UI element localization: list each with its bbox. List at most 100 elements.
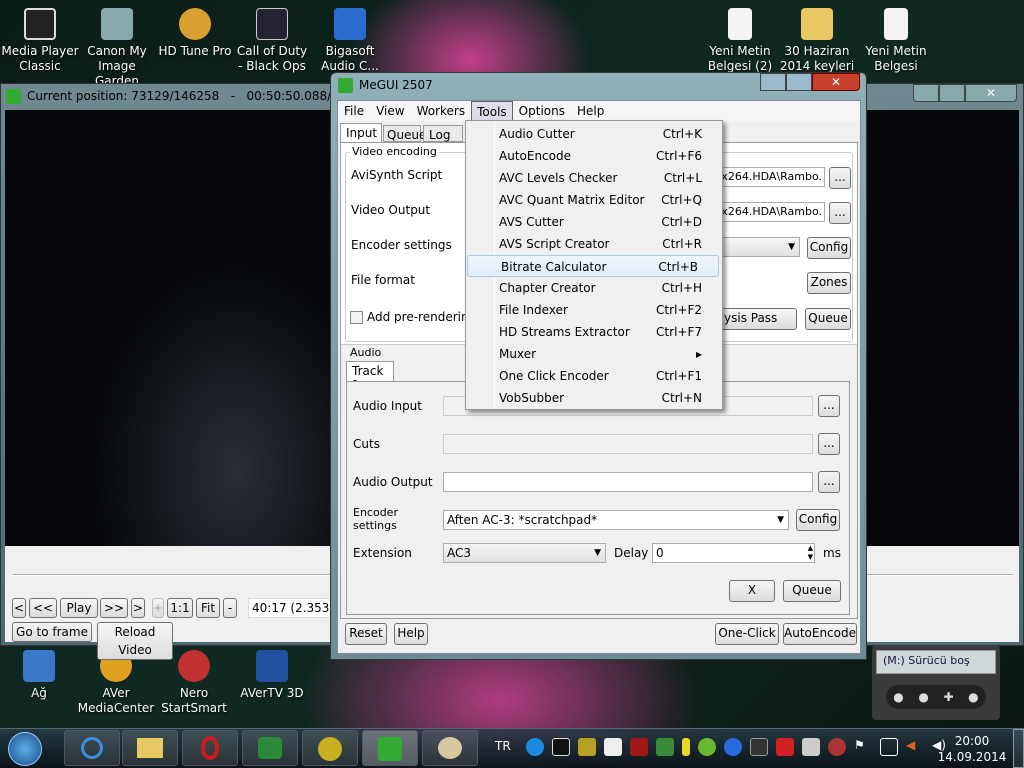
menu-item-audio-cutter[interactable]: Audio Cutter Ctrl+K <box>466 123 722 145</box>
menu-item-vobsubber[interactable]: VobSubber Ctrl+N <box>466 387 722 409</box>
audio-input-browse-button[interactable]: ... <box>818 395 840 417</box>
pause-icon[interactable]: ● <box>968 690 978 704</box>
language-indicator[interactable]: TR <box>495 739 511 753</box>
go-to-frame-button[interactable]: Go to frame <box>12 622 92 642</box>
audio-remove-button[interactable]: X <box>729 580 775 602</box>
idm-tray-icon[interactable] <box>656 738 674 756</box>
lav-audio-icon[interactable] <box>630 738 648 756</box>
fast-forward-button[interactable]: >> <box>100 598 128 618</box>
desktop-icon-hdtune[interactable]: HD Tune Pro <box>156 8 234 59</box>
tab-log[interactable]: Log <box>423 125 463 142</box>
tray-info-icon[interactable] <box>526 738 544 756</box>
tab-input[interactable]: Input <box>340 123 382 142</box>
kaspersky-icon[interactable] <box>776 738 794 756</box>
audio-queue-button[interactable]: Queue <box>783 580 841 602</box>
taskbar-opera[interactable] <box>182 730 238 766</box>
prerender-checkbox[interactable] <box>350 311 363 324</box>
audio-encoder-dropdown[interactable]: Aften AC-3: *scratchpad* ▼ <box>443 510 789 530</box>
start-button[interactable] <box>8 732 42 766</box>
desktop-icon-folder[interactable]: 30 Haziran 2014 keyleri <box>778 8 856 74</box>
zoom-out-button[interactable]: - <box>223 598 237 618</box>
menu-item-avc-quant-matrix-editor[interactable]: AVC Quant Matrix Editor Ctrl+Q <box>466 189 722 211</box>
desktop-icon-cod[interactable]: Call of Duty - Black Ops <box>233 8 311 74</box>
flag-icon[interactable]: ⚑ <box>854 738 872 756</box>
desktop-icon-textfile[interactable]: Yeni Metin Belgesi <box>857 8 935 74</box>
speaker-muted-icon[interactable]: ◀ <box>906 738 924 756</box>
maximize-button[interactable] <box>939 84 965 102</box>
avisynth-browse-button[interactable]: ... <box>829 167 851 189</box>
taskbar-explorer[interactable] <box>122 730 178 766</box>
tray-sound-app-icon[interactable] <box>552 738 570 756</box>
lightning-icon[interactable] <box>724 738 742 756</box>
video-config-button[interactable]: Config <box>807 237 851 259</box>
menu-item-avs-script-creator[interactable]: AVS Script Creator Ctrl+R <box>466 233 722 255</box>
prev-frame-button[interactable]: < <box>12 598 26 618</box>
taskbar-idm[interactable] <box>242 730 298 766</box>
zoom-1to1-button[interactable]: 1:1 <box>167 598 193 618</box>
taskbar-paint[interactable] <box>422 730 478 766</box>
minimize-button[interactable] <box>913 84 939 102</box>
tray-tool-icon[interactable] <box>828 738 846 756</box>
menu-item-autoencode[interactable]: AutoEncode Ctrl+F6 <box>466 145 722 167</box>
minimize-button[interactable] <box>760 73 786 91</box>
menu-view[interactable]: View <box>370 101 410 121</box>
tab-track-1[interactable]: Track 1 <box>346 361 394 392</box>
menu-item-chapter-creator[interactable]: Chapter Creator Ctrl+H <box>466 277 722 299</box>
reset-button[interactable]: Reset <box>345 623 387 645</box>
menu-help[interactable]: Help <box>571 101 610 121</box>
menu-options[interactable]: Options <box>513 101 571 121</box>
fit-button[interactable]: Fit <box>196 598 220 618</box>
menu-file[interactable]: File <box>338 101 370 121</box>
maximize-button[interactable] <box>786 73 812 91</box>
show-desktop-button[interactable] <box>1013 729 1024 768</box>
tab-queue[interactable]: Queue <box>383 125 426 142</box>
taskbar-app[interactable] <box>302 730 358 766</box>
reload-video-button[interactable]: Reload Video <box>97 622 173 660</box>
delay-stepper[interactable]: 0 ▲ ▼ <box>652 543 815 563</box>
help-button[interactable]: Help <box>394 623 428 645</box>
video-queue-button[interactable]: Queue <box>805 308 851 330</box>
desktop-icon-canon[interactable]: Canon My Image Garden <box>78 8 156 89</box>
desktop-icon-textfile-2[interactable]: Yeni Metin Belgesi (2) <box>701 8 779 74</box>
menu-item-file-indexer[interactable]: File Indexer Ctrl+F2 <box>466 299 722 321</box>
one-click-button[interactable]: One-Click <box>715 623 779 645</box>
clock[interactable]: 20:00 14.09.2014 <box>932 733 1012 765</box>
battery-icon[interactable] <box>682 738 690 756</box>
desktop-icon-bigasoft[interactable]: Bigasoft Audio C... <box>311 8 389 74</box>
lav-video-icon[interactable] <box>604 738 622 756</box>
close-button[interactable]: ✕ <box>812 73 860 91</box>
analysis-pass-button[interactable]: ysis Pass <box>721 308 797 330</box>
menu-item-avs-cutter[interactable]: AVS Cutter Ctrl+D <box>466 211 722 233</box>
zones-button[interactable]: Zones <box>807 272 851 294</box>
zoom-in-button[interactable]: + <box>152 598 164 618</box>
utorrent-icon[interactable] <box>698 738 716 756</box>
desktop-icon-mpc[interactable]: Media Player Classic <box>1 8 79 74</box>
disk-icon[interactable] <box>802 738 820 756</box>
cuts-field[interactable] <box>443 434 813 454</box>
extension-dropdown[interactable]: AC3 ▼ <box>443 543 606 563</box>
menu-item-avc-levels-checker[interactable]: AVC Levels Checker Ctrl+L <box>466 167 722 189</box>
audio-output-browse-button[interactable]: ... <box>818 471 840 493</box>
menu-workers[interactable]: Workers <box>411 101 472 121</box>
taskbar-ie[interactable] <box>64 730 120 766</box>
network-tray-icon[interactable] <box>880 738 898 756</box>
play-button[interactable]: Play <box>60 598 98 618</box>
open-icon[interactable]: ● <box>893 690 903 704</box>
audio-config-button[interactable]: Config <box>796 509 840 531</box>
autoencode-button[interactable]: AutoEncode <box>783 623 857 645</box>
desktop-icon-avertv[interactable]: AVerTV 3D <box>233 650 311 701</box>
menu-tools[interactable]: Tools <box>471 101 513 121</box>
menu-item-bitrate-calculator[interactable]: Bitrate Calculator Ctrl+B <box>467 255 719 277</box>
taskbar-megui[interactable] <box>362 730 418 766</box>
tray-app-icon[interactable] <box>578 738 596 756</box>
plus-icon[interactable]: ✚ <box>943 690 953 704</box>
star-app-icon[interactable] <box>750 738 768 756</box>
desktop-icon-network[interactable]: Ağ <box>0 650 78 701</box>
cuts-browse-button[interactable]: ... <box>818 433 840 455</box>
save-icon[interactable]: ● <box>918 690 928 704</box>
audio-output-field[interactable] <box>443 472 813 492</box>
close-button[interactable]: ✕ <box>965 84 1017 102</box>
video-output-browse-button[interactable]: ... <box>829 202 851 224</box>
rewind-button[interactable]: << <box>29 598 57 618</box>
menu-item-hd-streams-extractor[interactable]: HD Streams Extractor Ctrl+F7 <box>466 321 722 343</box>
